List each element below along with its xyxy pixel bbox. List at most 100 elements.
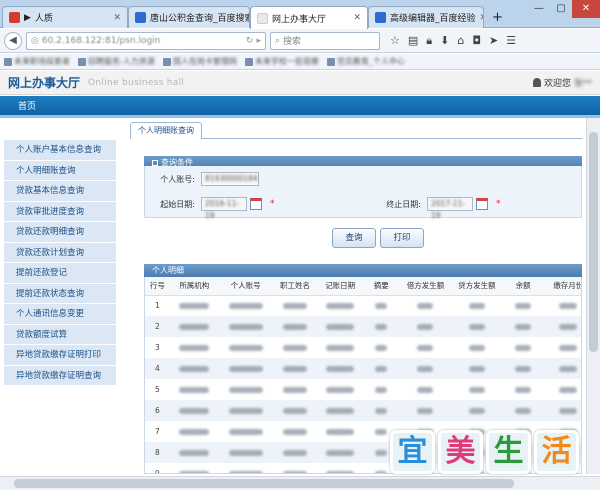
minimize-icon[interactable]: — — [528, 0, 550, 18]
tab-audio-icon[interactable]: ▶ — [24, 13, 31, 23]
sidebar-item-detail-query[interactable]: 个人明细账查询 — [4, 160, 116, 181]
calendar-icon[interactable] — [476, 198, 488, 210]
redacted-cell — [502, 358, 544, 379]
close-window-icon[interactable]: ✕ — [572, 0, 600, 18]
sidebar-item-loan-approval[interactable]: 贷款审批进度查询 — [4, 201, 116, 222]
redacted-value — [228, 387, 263, 393]
redacted-cell — [502, 400, 544, 421]
redacted-cell — [272, 421, 317, 442]
sidebar-item-prepay-status[interactable]: 提前还款状态查询 — [4, 283, 116, 304]
pocket-icon[interactable]: ◘ — [472, 34, 481, 48]
redacted-cell — [272, 442, 318, 463]
sidebar-item-contact-change[interactable]: 个人通讯信息变更 — [4, 304, 116, 325]
redacted-cell — [218, 442, 273, 463]
redacted-cell — [272, 463, 317, 473]
lock-icon[interactable]: 🔒︎ — [426, 34, 432, 48]
redacted-cell — [400, 379, 451, 400]
watermark-char: 活 — [534, 430, 579, 474]
redacted-value — [179, 303, 210, 310]
print-button[interactable]: 打印 — [380, 228, 424, 248]
redacted-cell — [219, 463, 272, 473]
redacted-value — [179, 408, 210, 414]
watermark-logo: 宜 美 生 活 — [390, 430, 579, 474]
redacted-cell — [451, 337, 502, 358]
redacted-cell — [362, 358, 400, 379]
maximize-icon[interactable]: ▢ — [550, 0, 572, 18]
close-icon[interactable]: ✕ — [353, 13, 361, 23]
watermark-char: 宜 — [390, 430, 435, 474]
redacted-value — [375, 303, 388, 310]
weibo-icon — [9, 12, 20, 23]
redacted-value — [179, 324, 210, 330]
horizontal-scrollbar[interactable] — [0, 476, 600, 490]
col-header: 摘要 — [362, 277, 400, 296]
redacted-cell — [503, 337, 544, 358]
required-mark: * — [270, 199, 275, 209]
row-number: 5 — [154, 385, 160, 394]
search-input[interactable]: ⌕ 搜索 — [270, 31, 380, 50]
row-number: 9 — [154, 469, 160, 474]
url-text: 60.2.168.122:81/psn.login — [41, 35, 161, 46]
account-field: 81930000184 — [201, 172, 259, 186]
reload-icon[interactable]: ↻ — [246, 36, 254, 46]
start-date-field[interactable]: 2016-11-19 — [201, 197, 247, 220]
forward-icon[interactable]: ▸ — [256, 36, 261, 46]
back-button[interactable]: ◀ — [4, 31, 22, 50]
close-icon[interactable]: ✕ — [113, 13, 121, 23]
sidebar-item-account-info[interactable]: 个人账户基本信息查询 — [4, 140, 116, 161]
sidebar-item-loan-calc[interactable]: 贷款额度试算 — [4, 324, 116, 345]
redacted-value — [326, 324, 355, 330]
download-icon[interactable]: ⬇ — [440, 34, 449, 48]
sidebar-item-remote-query[interactable]: 异地贷款缴存证明查询 — [4, 365, 116, 386]
redacted-cell — [318, 379, 363, 400]
redacted-cell — [503, 379, 544, 400]
account-row: 个人账号: 81930000184 — [145, 172, 259, 186]
sidebar-item-repayment-detail[interactable]: 贷款还款明细查询 — [4, 222, 116, 243]
query-button[interactable]: 查询 — [332, 228, 376, 248]
row-number: 7 — [154, 427, 160, 436]
bookmark-item[interactable]: 党员教育_个人中心 — [326, 56, 405, 67]
tab-label: 网上办事大厅 — [272, 14, 327, 25]
redacted-value — [375, 324, 388, 330]
redacted-value — [228, 429, 263, 435]
hamburger-menu-icon[interactable]: ☰ — [506, 34, 516, 48]
vertical-scrollbar[interactable] — [586, 118, 600, 474]
home-icon[interactable]: ⌂ — [457, 34, 464, 48]
tab-3[interactable]: 高级编辑器_百度经验 ✕ — [368, 6, 484, 28]
scrollbar-thumb[interactable] — [14, 479, 514, 488]
redacted-value — [559, 387, 578, 393]
bookmark-item[interactable]: 未来职场探索者 — [4, 56, 70, 67]
tab-0[interactable]: ▶ 人质 ✕ — [2, 6, 128, 28]
close-icon[interactable]: ✕ — [480, 13, 483, 23]
end-date-field[interactable]: 2017-11-19 — [427, 197, 473, 220]
star-icon[interactable]: ☆ — [390, 34, 400, 48]
bookmark-item[interactable]: 未来学校一些观察 — [244, 56, 319, 67]
main-menu-bar: 首页 — [0, 96, 600, 118]
address-bar[interactable]: ◎ 60.2.168.122:81/psn.login ↻ ▸ — [26, 31, 266, 50]
sidebar-item-loan-info[interactable]: 贷款基本信息查询 — [4, 181, 116, 202]
redacted-cell — [363, 379, 400, 400]
redacted-cell — [272, 400, 318, 421]
sidebar-item-remote-print[interactable]: 异地贷款缴存证明打印 — [4, 345, 116, 366]
library-icon[interactable]: ▤ — [408, 34, 418, 48]
sidebar-item-prepay-register[interactable]: 提前还款登记 — [4, 263, 116, 284]
bookmark-item[interactable]: 国人在岗卡管理网 — [162, 56, 237, 67]
row-number: 3 — [154, 343, 160, 352]
tab-2[interactable]: 网上办事大厅 ✕ — [250, 6, 368, 29]
redacted-value — [468, 303, 485, 310]
redacted-cell — [451, 379, 502, 400]
send-icon[interactable]: ➤ — [489, 34, 498, 48]
bookmark-item[interactable]: 招聘服务-人力资源 — [78, 56, 155, 67]
redacted-cell — [317, 358, 363, 379]
calendar-icon[interactable] — [250, 198, 262, 210]
tab-detail-query[interactable]: 个人明细账查询 — [130, 122, 202, 139]
redacted-value — [326, 450, 355, 456]
menu-home-link[interactable]: 首页 — [0, 96, 54, 118]
new-tab-button[interactable]: + — [486, 6, 508, 28]
redacted-value — [559, 366, 578, 372]
redacted-cell — [272, 379, 317, 400]
redacted-cell — [318, 337, 363, 358]
sidebar-item-repayment-plan[interactable]: 贷款还款计划查询 — [4, 242, 116, 263]
scrollbar-thumb[interactable] — [589, 132, 598, 352]
tab-1[interactable]: 唐山公积金查询_百度搜索 ✕ — [128, 6, 250, 28]
